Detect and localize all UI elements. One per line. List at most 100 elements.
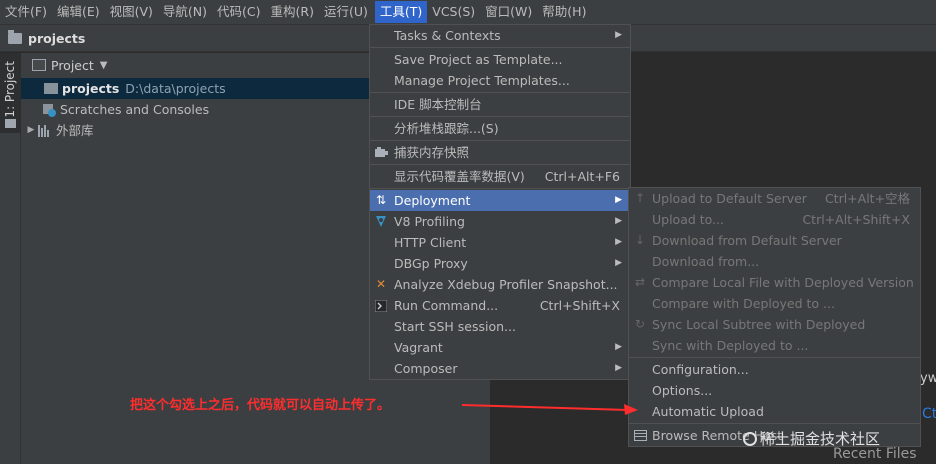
chevron-right-icon: ▶ (615, 237, 622, 247)
menu-item-deployment[interactable]: ⇅ Deployment ▶ (370, 190, 630, 211)
menu-item-ssh-session[interactable]: Start SSH session... (370, 316, 630, 337)
menu-item-label: Upload to Default Server (652, 191, 807, 206)
menu-item-tasks-contexts[interactable]: Tasks & Contexts ▶ (370, 25, 630, 46)
menu-item-upload-to[interactable]: Upload to... Ctrl+Alt+Shift+X (629, 209, 920, 230)
chevron-right-icon: ▶ (615, 195, 622, 205)
chevron-right-icon: ▶ (615, 216, 622, 226)
v8-icon (374, 215, 388, 228)
download-icon: ↓ (634, 233, 646, 247)
menu-item-label: Run Command... (394, 298, 499, 313)
watermark-logo-icon (743, 431, 757, 446)
library-icon (38, 124, 52, 137)
camera-icon (374, 146, 388, 159)
breadcrumb-projects[interactable]: projects (28, 31, 85, 46)
menu-item-label: 显示代码覆盖率数据(V) (394, 169, 525, 184)
deployment-icon: ⇅ (375, 193, 387, 207)
menu-item-options[interactable]: Options... (629, 380, 920, 401)
menu-item-label: Configuration... (652, 362, 749, 377)
remote-host-icon (633, 429, 647, 442)
menu-item-label: 捕获内存快照 (394, 145, 470, 160)
menu-item-v8-profiling[interactable]: V8 Profiling ▶ (370, 211, 630, 232)
xdebug-icon: ✕ (375, 277, 387, 291)
editor-link-fragment: Ct (922, 406, 936, 422)
menu-refactor[interactable]: 重构(R) (266, 1, 319, 23)
folder-icon (8, 29, 22, 44)
menu-item-manage-templates[interactable]: Manage Project Templates... (370, 70, 630, 91)
annotation-text: 把这个勾选上之后，代码就可以自动上传了。 (130, 398, 391, 413)
menu-item-vagrant[interactable]: Vagrant ▶ (370, 337, 630, 358)
tree-item-label: 外部库 (56, 123, 94, 138)
annotation-arrow (462, 404, 638, 415)
menu-separator (370, 188, 630, 189)
terminal-icon (374, 299, 388, 312)
menu-item-download-default[interactable]: ↓ Download from Default Server (629, 230, 920, 251)
folder-icon (44, 83, 58, 94)
menu-item-compare-deployed[interactable]: Compare with Deployed to ... (629, 293, 920, 314)
menu-item-label: Sync Local Subtree with Deployed (652, 317, 866, 332)
menu-item-label: Download from... (652, 254, 760, 269)
menu-item-memory-snapshot[interactable]: 捕获内存快照 (370, 142, 630, 163)
menu-item-ide-console[interactable]: IDE 脚本控制台 (370, 94, 630, 115)
project-tool-tab[interactable]: 1: Project (0, 53, 21, 133)
menu-help[interactable]: 帮助(H) (537, 1, 591, 23)
menu-view[interactable]: 视图(V) (105, 1, 158, 23)
menu-item-xdebug-snapshot[interactable]: ✕ Analyze Xdebug Profiler Snapshot... (370, 274, 630, 295)
menu-separator (370, 47, 630, 48)
menu-item-label: Automatic Upload (652, 404, 764, 419)
menu-item-label: Composer (394, 361, 458, 376)
menu-item-dbgp-proxy[interactable]: DBGp Proxy ▶ (370, 253, 630, 274)
scratches-icon (42, 103, 56, 117)
menu-item-label: DBGp Proxy (394, 256, 468, 271)
menu-item-sync-subtree[interactable]: ↻ Sync Local Subtree with Deployed (629, 314, 920, 335)
menu-item-sync-deployed[interactable]: Sync with Deployed to ... (629, 335, 920, 356)
menu-separator (629, 357, 920, 358)
menu-item-label: HTTP Client (394, 235, 467, 250)
menu-run[interactable]: 运行(U) (319, 1, 373, 23)
menu-vcs[interactable]: VCS(S) (427, 1, 480, 23)
menu-item-label: Tasks & Contexts (394, 28, 501, 43)
tree-item-path: D:\data\projects (125, 81, 226, 96)
menu-separator (370, 140, 630, 141)
menu-item-automatic-upload[interactable]: Automatic Upload (629, 401, 920, 422)
chevron-right-icon[interactable]: ▶ (24, 120, 38, 141)
project-tab-label: 1: Project (3, 61, 17, 118)
menu-item-coverage-data[interactable]: 显示代码覆盖率数据(V) Ctrl+Alt+F6 (370, 166, 630, 187)
menu-item-run-command[interactable]: Run Command... Ctrl+Shift+X (370, 295, 630, 316)
menu-edit[interactable]: 编辑(E) (52, 1, 105, 23)
menu-item-label: Vagrant (394, 340, 443, 355)
deployment-submenu: ↑ Upload to Default Server Ctrl+Alt+空格 Up… (628, 187, 921, 447)
menu-separator (370, 92, 630, 93)
menu-item-shortcut: Ctrl+Shift+X (539, 298, 620, 313)
menu-item-shortcut: Ctrl+Alt+F6 (544, 169, 620, 184)
watermark: 稀土掘金技术社区 (743, 428, 880, 449)
menu-item-label: Start SSH session... (394, 319, 516, 334)
menu-separator (370, 164, 630, 165)
menu-item-composer[interactable]: Composer ▶ (370, 358, 630, 379)
menu-item-label: Compare with Deployed to ... (652, 296, 835, 311)
menu-item-compare-local[interactable]: ⇄ Compare Local File with Deployed Versi… (629, 272, 920, 293)
menu-item-label: Download from Default Server (652, 233, 842, 248)
menu-item-analyze-stacktrace[interactable]: 分析堆栈跟踪...(S) (370, 118, 630, 139)
chevron-right-icon: ▶ (615, 30, 622, 40)
menu-item-save-template[interactable]: Save Project as Template... (370, 49, 630, 70)
menu-item-http-client[interactable]: HTTP Client ▶ (370, 232, 630, 253)
folder-icon (5, 119, 16, 128)
editor-text-fragment: yw (920, 371, 936, 386)
chevron-down-icon: ▼ (99, 59, 108, 71)
menu-item-label: Save Project as Template... (394, 52, 563, 67)
menu-item-label: V8 Profiling (394, 214, 465, 229)
menu-window[interactable]: 窗口(W) (480, 1, 537, 23)
menu-file[interactable]: 文件(F) (0, 1, 52, 23)
menu-item-upload-default[interactable]: ↑ Upload to Default Server Ctrl+Alt+空格 (629, 188, 920, 209)
menu-item-label: Sync with Deployed to ... (652, 338, 809, 353)
menu-item-configuration[interactable]: Configuration... (629, 359, 920, 380)
menu-item-shortcut: Ctrl+Alt+空格 (824, 191, 911, 206)
project-view-icon (32, 59, 46, 71)
menu-item-label: Manage Project Templates... (394, 73, 570, 88)
menu-navigate[interactable]: 导航(N) (158, 1, 212, 23)
menu-item-label: Deployment (394, 193, 471, 208)
menu-tools[interactable]: 工具(T) (374, 1, 428, 23)
menu-code[interactable]: 代码(C) (212, 1, 265, 23)
menu-item-download-from[interactable]: Download from... (629, 251, 920, 272)
menu-item-label: Compare Local File with Deployed Version (652, 275, 914, 290)
